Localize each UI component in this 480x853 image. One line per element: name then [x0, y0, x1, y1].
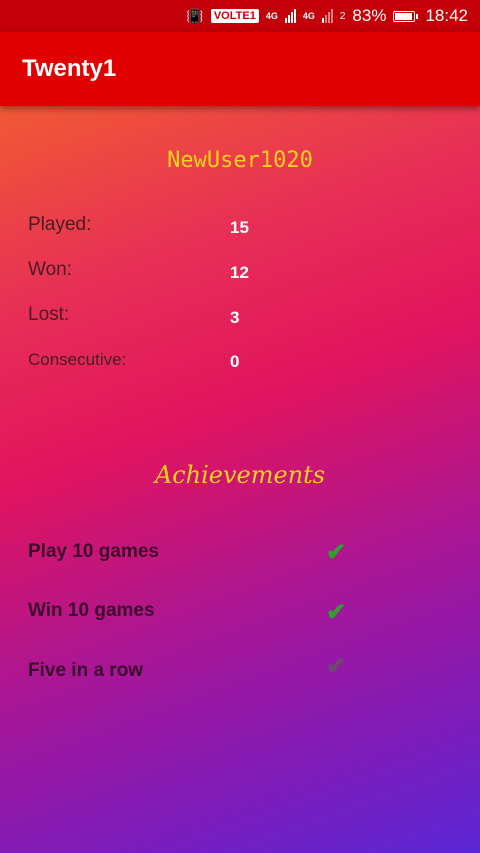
achievements-title: Achievements — [154, 461, 326, 489]
stat-label-won: Won: — [28, 259, 73, 280]
achievement-label-win-10: Win 10 games — [28, 600, 155, 621]
stat-label-consecutive: Consecutive: — [28, 350, 127, 369]
stat-value-played: 15 — [230, 218, 249, 237]
checkmark-icon: ✔ — [326, 539, 347, 566]
app-bar: Twenty1 — [0, 32, 480, 106]
clock: 18:42 — [425, 6, 468, 25]
network-type-2: 4G — [302, 11, 315, 21]
volte-badge: VOLTE1 — [210, 9, 259, 23]
profile-content: NewUser1020 Played: 15 Won: 12 Lost: 3 C… — [0, 106, 480, 853]
checkmark-icon: ✔ — [326, 599, 347, 626]
stat-label-played: Played: — [28, 214, 92, 235]
network-type-1: 4G — [265, 11, 278, 21]
stat-value-consecutive: 0 — [230, 352, 240, 371]
checkmark-icon: ✔ — [326, 653, 347, 680]
stat-value-won: 12 — [230, 263, 249, 282]
signal-icon-sim1 — [284, 9, 296, 23]
vibrate-icon: 📳 — [186, 7, 204, 24]
stat-label-lost: Lost: — [28, 304, 70, 325]
app-title: Twenty1 — [22, 55, 117, 82]
signal-icon-sim2 — [321, 9, 333, 23]
battery-percent: 83% — [352, 6, 387, 25]
username: NewUser1020 — [167, 148, 313, 173]
achievement-label-play-10: Play 10 games — [28, 541, 159, 562]
status-bar: 📳 VOLTE1 4G 4G 2 83% 18:42 — [0, 0, 480, 32]
stat-value-lost: 3 — [230, 308, 240, 327]
sim2-label: 2 — [339, 10, 346, 22]
achievement-label-five-in-row: Five in a row — [28, 660, 144, 681]
battery-icon — [393, 10, 419, 22]
